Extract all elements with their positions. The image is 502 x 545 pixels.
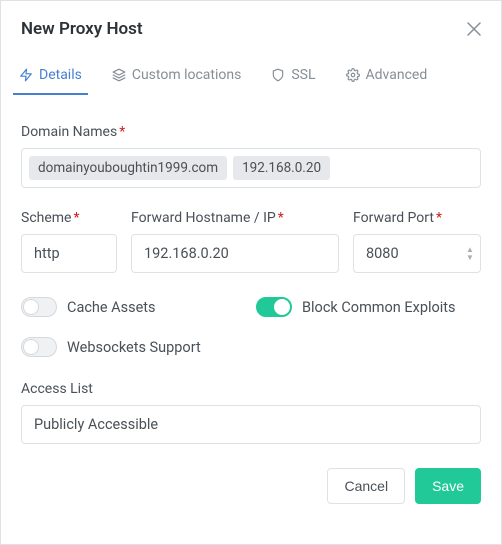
zap-icon [19, 68, 33, 82]
forward-port-label: Forward Port* [353, 210, 481, 226]
tab-ssl[interactable]: SSL [265, 57, 321, 95]
layers-icon [112, 68, 126, 82]
forward-host-label: Forward Hostname / IP* [131, 210, 339, 226]
tab-bar: Details Custom locations SSL Advanced [1, 57, 501, 96]
save-button[interactable]: Save [415, 468, 481, 504]
scheme-select[interactable] [21, 234, 117, 273]
close-icon [467, 22, 481, 36]
websockets-toggle[interactable] [21, 337, 57, 357]
tab-custom-locations-label: Custom locations [132, 67, 242, 83]
domain-chip[interactable]: 192.168.0.20 [233, 156, 330, 180]
cancel-button[interactable]: Cancel [327, 468, 405, 504]
domain-names-label: Domain Names* [21, 124, 481, 140]
block-exploits-label: Block Common Exploits [302, 299, 456, 316]
tab-details-label: Details [39, 67, 82, 83]
tab-advanced-label: Advanced [366, 67, 428, 83]
close-button[interactable] [467, 22, 481, 36]
forward-host-input[interactable] [131, 234, 339, 273]
tab-advanced[interactable]: Advanced [340, 57, 434, 95]
gear-icon [346, 68, 360, 82]
domain-names-input[interactable]: domainyouboughtin1999.com 192.168.0.20 [21, 148, 481, 188]
websockets-label: Websockets Support [67, 339, 201, 356]
domain-chip[interactable]: domainyouboughtin1999.com [29, 156, 227, 180]
block-exploits-toggle[interactable] [256, 297, 292, 317]
access-list-select[interactable] [21, 405, 481, 444]
tab-ssl-label: SSL [291, 67, 315, 83]
dialog-title: New Proxy Host [21, 19, 143, 39]
cache-assets-label: Cache Assets [67, 299, 156, 316]
cache-assets-toggle[interactable] [21, 297, 57, 317]
shield-icon [271, 68, 285, 82]
tab-details[interactable]: Details [13, 57, 88, 95]
scheme-label: Scheme* [21, 210, 117, 226]
tab-custom-locations[interactable]: Custom locations [106, 57, 248, 95]
access-list-label: Access List [21, 381, 481, 397]
forward-port-input[interactable] [353, 234, 481, 273]
